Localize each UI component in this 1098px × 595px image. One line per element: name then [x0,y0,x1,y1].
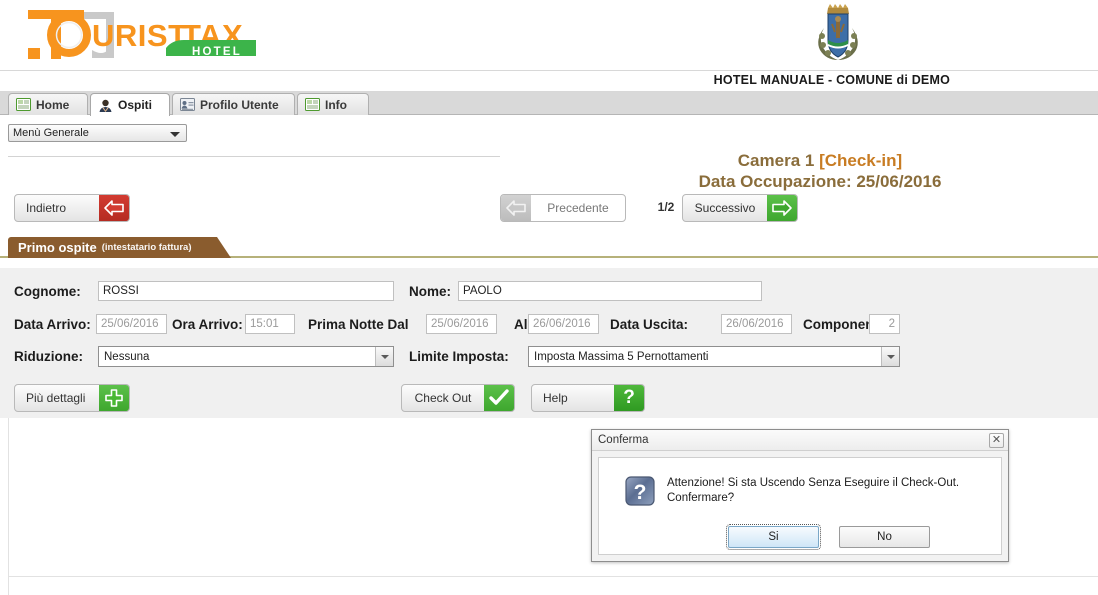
room-name: Camera 1 [737,151,815,170]
help-button-label: Help [543,391,568,405]
tab-ospiti[interactable]: Ospiti [90,93,170,116]
tab-info-label: Info [325,97,347,112]
tab-info[interactable]: Info [297,93,369,115]
dialog-yes-button[interactable]: Si [726,524,821,550]
data-arrivo-label: Data Arrivo: [14,316,91,332]
chevron-down-icon [375,347,393,366]
prima-notte-label: Prima Notte Dal [308,316,409,332]
nome-input[interactable]: PAOLO [458,281,762,301]
ora-arrivo-input[interactable]: 15:01 [245,314,295,334]
chevron-down-icon [170,132,180,137]
riduzione-value: Nessuna [104,350,150,363]
tab-home-label: Home [36,97,70,112]
page-banner: URIST TAX HOTEL HOTEL MANUALE - COMUNE d… [0,0,1098,92]
tab-ospiti-label: Ospiti [118,98,153,112]
dialog-no-button[interactable]: No [839,526,930,548]
page-indicator: 1/2 [657,200,675,214]
arrow-left-icon [501,195,531,221]
section-title: Primo ospite [18,240,97,255]
riduzione-select[interactable]: Nessuna [98,346,394,367]
limite-imposta-select[interactable]: Imposta Massima 5 Pernottamenti [528,346,900,367]
help-button[interactable]: Help ? [531,384,645,412]
componenti-input[interactable]: 2 [869,314,900,334]
next-button[interactable]: Successivo [682,194,798,222]
divider [8,418,9,595]
divider [8,156,500,157]
data-arrivo-input[interactable]: 25/06/2016 [96,314,167,334]
guest-form-panel: Cognome: ROSSI Nome: PAOLO Data Arrivo: … [0,268,1098,378]
person-icon [98,99,113,112]
dialog-body: ? Attenzione! Si sta Uscendo Senza Esegu… [598,457,1002,555]
arrow-left-icon [99,195,129,221]
dialog-title: Conferma [598,434,649,446]
menu-generale-value: Menù Generale [13,127,89,139]
document-icon [305,98,320,111]
room-state: [Check-in] [819,151,903,170]
back-button-label: Indietro [26,201,67,215]
occupation-date: Data Occupazione: 25/06/2016 [698,172,942,191]
confirm-dialog: Conferma ✕ ? Attenzione! Si sta Uscendo … [591,429,1009,562]
back-button[interactable]: Indietro [14,194,130,222]
svg-text:HOTEL: HOTEL [192,46,242,58]
next-button-label: Successivo [694,201,756,215]
previous-button-label: Precedente [547,201,609,215]
menu-generale-select[interactable]: Menù Generale [8,124,187,142]
tourist-tax-hotel-logo: URIST TAX HOTEL [14,4,264,66]
dialog-titlebar: Conferma ✕ [592,430,1008,451]
main-tabbar: Home Ospiti Profilo Utente Info [0,92,1098,116]
nome-label: Nome: [409,283,452,299]
svg-text:?: ? [634,481,647,504]
al-input[interactable]: 26/06/2016 [528,314,599,334]
org-title-strip: HOTEL MANUALE - COMUNE di DEMO [0,70,1098,92]
check-icon [484,385,514,411]
riduzione-label: Riduzione: [14,349,83,364]
tab-profilo-utente[interactable]: Profilo Utente [172,93,295,115]
ora-arrivo-label: Ora Arrivo: [172,316,243,332]
data-uscita-label: Data Uscita: [610,316,689,332]
section-tab-primo-ospite[interactable]: Primo ospite (intestatario fattura) [8,237,233,258]
close-icon[interactable]: ✕ [989,433,1004,448]
previous-button[interactable]: Precedente [500,194,626,222]
document-icon [16,98,31,111]
tab-profilo-utente-label: Profilo Utente [200,97,279,112]
limite-imposta-value: Imposta Massima 5 Pernottamenti [534,350,709,363]
dialog-message: Attenzione! Si sta Uscendo Senza Eseguir… [667,477,960,504]
more-details-button-label: Più dettagli [26,391,86,405]
cognome-input[interactable]: ROSSI [98,281,394,301]
data-uscita-input[interactable]: 26/06/2016 [721,314,792,334]
more-details-button[interactable]: Più dettagli [14,384,130,412]
chevron-down-icon [881,347,899,366]
comune-coat-of-arms-icon [810,2,866,68]
question-mark-icon: ? [614,385,644,411]
question-icon: ? [625,476,655,506]
prima-notte-input[interactable]: 25/06/2016 [426,314,497,334]
room-title-block: Camera 1 [Check-in] Data Occupazione: 25… [600,150,1040,192]
tab-home[interactable]: Home [8,93,88,115]
plus-icon [99,385,129,411]
al-label: Al [514,316,528,332]
id-card-icon [180,98,195,111]
divider [8,576,1098,577]
check-out-button-label: Check Out [414,391,472,405]
org-title: HOTEL MANUALE - COMUNE di DEMO [713,73,950,87]
cognome-label: Cognome: [14,283,81,299]
section-subtitle: (intestatario fattura) [101,242,192,253]
check-out-button[interactable]: Check Out [401,384,515,412]
limite-imposta-label: Limite Imposta: [409,349,509,364]
arrow-right-icon [767,195,797,221]
